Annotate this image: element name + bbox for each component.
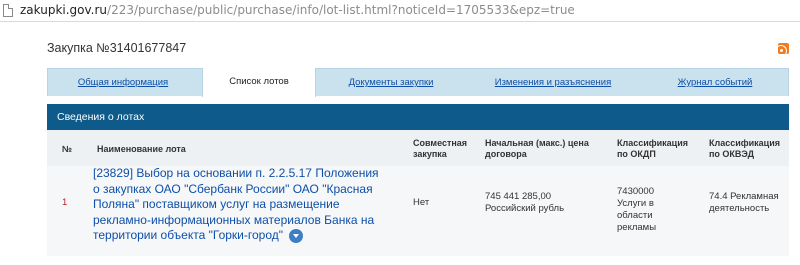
okdp-value: 7430000 Услуги в области рекламы	[617, 186, 657, 233]
row-number: 1	[62, 197, 68, 208]
tab-event-log[interactable]: Журнал событий	[640, 69, 790, 96]
page-icon	[3, 4, 13, 17]
header-okdp: Классификация по ОКДП	[617, 138, 688, 159]
url-text[interactable]: zakupki.gov.ru/223/purchase/public/purch…	[20, 3, 575, 18]
tab-purchase-documents[interactable]: Документы закупки	[316, 69, 466, 96]
header-okved: Классификация по ОКВЭД	[709, 138, 780, 159]
tab-lot-list[interactable]: Список лотов	[202, 68, 316, 97]
header-lot-name: Наименование лота	[97, 144, 186, 154]
rss-icon[interactable]	[778, 43, 789, 54]
initial-price-value: 745 441 285,00 Российский рубль	[485, 191, 565, 214]
url-path: /223/purchase/public/purchase/info/lot-l…	[107, 3, 575, 17]
joint-purchase-value: Нет	[413, 197, 430, 208]
header-initial-price: Начальная (макс.) цена договора	[485, 138, 589, 159]
lot-name-link[interactable]: [23829] Выбор на основании п. 2.2.5.17 П…	[93, 166, 383, 244]
section-header: Сведения о лотах	[47, 104, 789, 130]
table-row: 1 [23829] Выбор на основании п. 2.2.5.17…	[47, 166, 789, 256]
address-bar[interactable]: zakupki.gov.ru/223/purchase/public/purch…	[0, 0, 800, 22]
url-domain: zakupki.gov.ru	[20, 3, 108, 17]
okved-value: 74.4 Рекламная деятельность	[709, 191, 779, 214]
header-joint-purchase: Совместная закупка	[413, 138, 468, 159]
lots-table: № Наименование лота Совместная закупка Н…	[47, 130, 789, 256]
table-header: № Наименование лота Совместная закупка Н…	[47, 130, 789, 166]
expand-chevron-icon[interactable]	[289, 228, 303, 243]
page-title: Закупка №31401677847	[47, 41, 187, 55]
tab-changes-clarifications[interactable]: Изменения и разъяснения	[466, 69, 640, 96]
tab-general-info[interactable]: Общая информация	[48, 69, 198, 96]
lot-name-text[interactable]: [23829] Выбор на основании п. 2.2.5.17 П…	[93, 166, 379, 242]
header-num: №	[62, 144, 73, 154]
tab-bar: Общая информация Список лотов Документы …	[47, 68, 790, 97]
